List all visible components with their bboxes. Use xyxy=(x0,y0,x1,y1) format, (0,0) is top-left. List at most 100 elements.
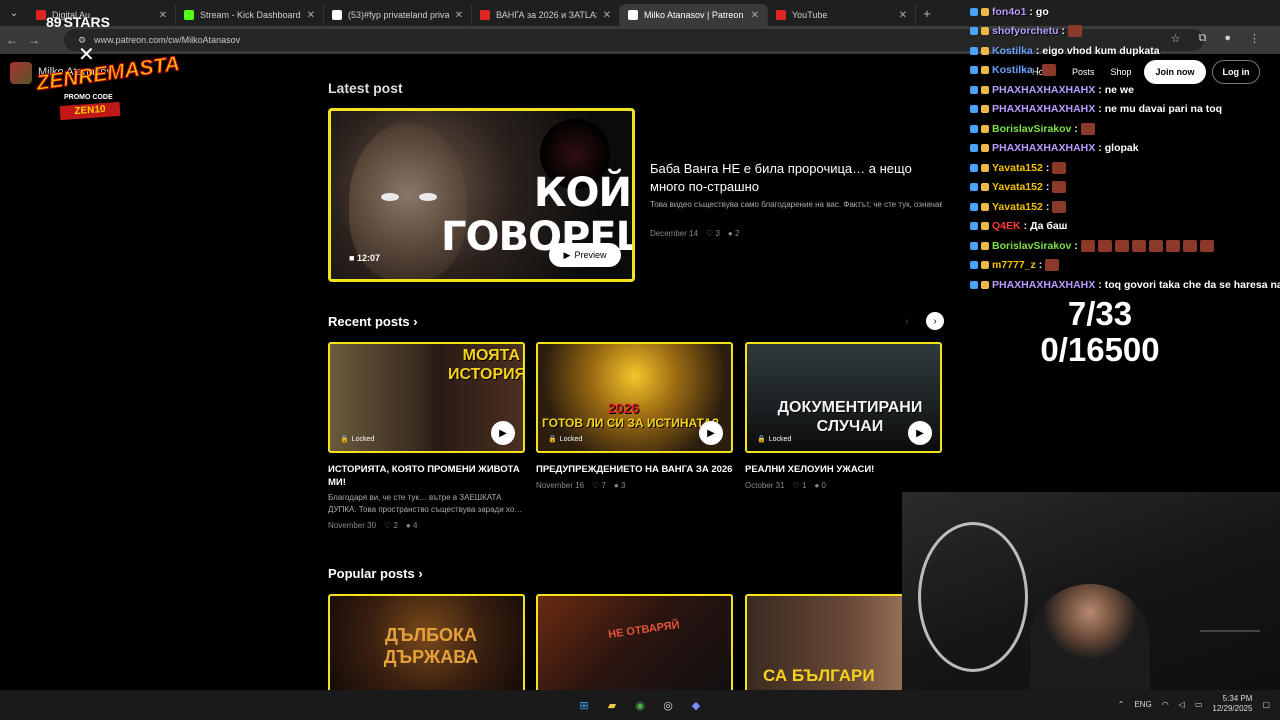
play-button[interactable]: ▶ xyxy=(908,421,932,445)
play-button[interactable]: ▶ xyxy=(491,421,515,445)
badge-icon xyxy=(970,27,978,36)
popular-post-card-1[interactable]: ДЪЛБОКА ДЪРЖАВА xyxy=(328,594,525,694)
featured-post-title[interactable]: Баба Ванга НЕ е била пророчица… а нещо м… xyxy=(650,160,940,196)
comment-icon[interactable]: ● xyxy=(814,481,819,490)
chat-message: Q4EK : Да баш xyxy=(970,217,1280,237)
post-title[interactable]: РЕАЛНИ ХЕЛОУИН УЖАСИ! xyxy=(745,463,942,476)
windows-start-icon[interactable]: ⊞ xyxy=(574,695,594,715)
tab-2[interactable]: Stream - Kick Dashboard ✕ xyxy=(176,4,324,26)
chat-username[interactable]: fon4o1 xyxy=(992,6,1026,18)
recent-post-card-3[interactable]: ДОКУМЕНТИРАНИ СЛУЧАИ 🔒 Locked ▶ РЕАЛНИ ХЕ… xyxy=(745,342,942,490)
discord-icon[interactable]: ◆ xyxy=(686,695,706,715)
screen: ⌄ Digital Au ✕ Stream - Kick Dashboard ✕ (… xyxy=(0,0,1280,720)
recent-post-card-1[interactable]: МОЯТА ИСТОРИЯ 🔒 Locked ▶ ИСТОРИЯТА, КОЯТО… xyxy=(328,342,525,530)
comment-icon[interactable]: ● xyxy=(728,229,733,238)
chat-username[interactable]: Kostilka xyxy=(992,64,1033,76)
forward-icon[interactable]: → xyxy=(28,33,40,47)
popular-post-card-2[interactable]: НЕ ОТВАРЯЙ xyxy=(536,594,733,694)
chat-separator: : xyxy=(1098,103,1102,116)
preview-button[interactable]: ▶ Preview xyxy=(549,243,621,267)
locked-badge: 🔒 Locked xyxy=(548,435,583,444)
tab-5[interactable]: Milko Atanasov | Patreon ✕ xyxy=(620,4,768,26)
post-meta: November 16 ♡ 7 ● 3 xyxy=(536,481,626,490)
shelf xyxy=(1200,592,1260,632)
play-button[interactable]: ▶ xyxy=(699,421,723,445)
chat-username[interactable]: PHAXHAXHAXHAHX xyxy=(992,142,1095,154)
chat-username[interactable]: Q4EK xyxy=(992,220,1021,232)
file-explorer-icon[interactable]: ▰ xyxy=(602,695,622,715)
notification-icon[interactable]: ▢ xyxy=(1262,700,1270,709)
post-meta: November 30 ♡ 2 ● 4 xyxy=(328,521,418,530)
badge-icon xyxy=(981,261,989,270)
heart-icon[interactable]: ♡ xyxy=(592,481,599,490)
carousel-next-button[interactable]: › xyxy=(926,312,944,330)
comment-icon[interactable]: ● xyxy=(614,481,619,490)
chat-username[interactable]: Yavata152 xyxy=(992,201,1043,213)
chat-username[interactable]: BorislavSirakov xyxy=(992,240,1071,252)
recent-post-card-2[interactable]: 2026 ГОТОВ ЛИ СИ ЗА ИСТИНАТА? 🔒 Locked ▶ … xyxy=(536,342,733,490)
post-thumbnail[interactable]: ДОКУМЕНТИРАНИ СЛУЧАИ 🔒 Locked ▶ xyxy=(745,342,942,453)
close-icon[interactable]: ✕ xyxy=(899,10,907,21)
chrome-icon[interactable]: ◉ xyxy=(630,695,650,715)
goal-counter: 7/33 0/16500 xyxy=(1000,296,1200,368)
chat-username[interactable]: BorislavSirakov xyxy=(992,123,1071,135)
obs-icon[interactable]: ◎ xyxy=(658,695,678,715)
volume-icon[interactable]: ◁ xyxy=(1179,700,1185,709)
chat-username[interactable]: PHAXHAXHAXHAHX xyxy=(992,84,1095,96)
avatar[interactable] xyxy=(10,62,32,84)
post-title[interactable]: ПРЕДУПРЕЖДЕНИЕТО НА ВАНГА ЗА 2026 xyxy=(536,463,733,476)
popular-posts-heading[interactable]: Popular posts › xyxy=(328,566,423,581)
stream-chat-overlay: fon4o1 : go shofyorchetu : Kostilka : eigo v… xyxy=(970,2,1280,295)
tab-6[interactable]: YouTube ✕ xyxy=(768,4,916,26)
chat-username[interactable]: Yavata152 xyxy=(992,162,1043,174)
tab-search-icon[interactable]: ⌄ xyxy=(0,0,28,26)
post-title[interactable]: ИСТОРИЯТА, КОЯТО ПРОМЕНИ ЖИВОТА МИ! xyxy=(328,463,525,489)
clock[interactable]: 5:34 PM 12/29/2025 xyxy=(1212,694,1252,714)
badge-icon xyxy=(981,85,989,94)
badge-icon xyxy=(970,222,978,231)
close-icon[interactable]: ✕ xyxy=(603,10,611,21)
heart-icon[interactable]: ♡ xyxy=(384,521,391,530)
chat-message: Kostilka : eigo vhod kum dupkata xyxy=(970,41,1280,61)
recent-posts-heading[interactable]: Recent posts › xyxy=(328,314,418,329)
chat-username[interactable]: PHAXHAXHAXHAHX xyxy=(992,103,1095,115)
battery-icon[interactable]: ▭ xyxy=(1195,700,1203,709)
chat-username[interactable]: shofyorchetu xyxy=(992,25,1059,37)
chat-separator: : xyxy=(1045,200,1050,213)
close-icon[interactable]: ✕ xyxy=(751,10,759,21)
counter-line-1: 7/33 xyxy=(1067,295,1133,332)
post-description: Благодаря ви, че сте тук… вътре в ЗАЕШКА… xyxy=(328,493,523,514)
close-icon[interactable]: ✕ xyxy=(455,10,463,21)
heart-icon[interactable]: ♡ xyxy=(793,481,800,490)
featured-post-thumbnail[interactable]: КОЙ ГОВОРЕШЕ? ■ 12:07 ▶Preview xyxy=(328,108,635,282)
badge-icon xyxy=(981,27,989,36)
wifi-icon[interactable]: ◠ xyxy=(1162,700,1169,709)
tab-4[interactable]: ВАНГА за 2026 и ЗАТLAS - ПР...✕ xyxy=(472,4,620,26)
close-icon[interactable]: ✕ xyxy=(159,10,167,21)
webcam-feed xyxy=(902,492,1280,698)
counter-line-2: 0/16500 xyxy=(1040,331,1160,368)
chat-username[interactable]: Kostilka xyxy=(992,45,1033,57)
chat-separator: : xyxy=(1098,278,1102,291)
chat-text: toq govori taka che da se haresa na vsei xyxy=(1104,278,1280,291)
chat-separator: : xyxy=(1074,239,1078,252)
close-icon[interactable]: ✕ xyxy=(307,10,315,21)
badge-icon xyxy=(970,261,978,270)
system-tray: ⌃ ENG ◠ ◁ ▭ 5:34 PM 12/29/2025 ▢ xyxy=(1118,694,1270,714)
new-tab-button[interactable]: + xyxy=(916,6,938,21)
chat-username[interactable]: m7777_z xyxy=(992,259,1036,271)
chat-separator: : xyxy=(1061,25,1066,38)
heart-icon[interactable]: ♡ xyxy=(706,229,713,238)
chat-username[interactable]: PHAXHAXHAXHAHX xyxy=(992,279,1095,291)
comment-icon[interactable]: ● xyxy=(406,521,411,530)
chat-username[interactable]: Yavata152 xyxy=(992,181,1043,193)
language-indicator[interactable]: ENG xyxy=(1134,700,1151,709)
post-thumbnail[interactable]: 2026 ГОТОВ ЛИ СИ ЗА ИСТИНАТА? 🔒 Locked ▶ xyxy=(536,342,733,453)
chevron-up-icon[interactable]: ⌃ xyxy=(1118,700,1125,709)
carousel-prev-button[interactable]: ‹ xyxy=(898,312,916,330)
tab-3[interactable]: (53)#fyp privateland private ru...✕ xyxy=(324,4,472,26)
back-icon[interactable]: ← xyxy=(6,33,18,47)
post-thumbnail[interactable]: МОЯТА ИСТОРИЯ 🔒 Locked ▶ xyxy=(328,342,525,453)
eye xyxy=(419,193,437,201)
video-camera-icon: ■ xyxy=(349,253,357,263)
